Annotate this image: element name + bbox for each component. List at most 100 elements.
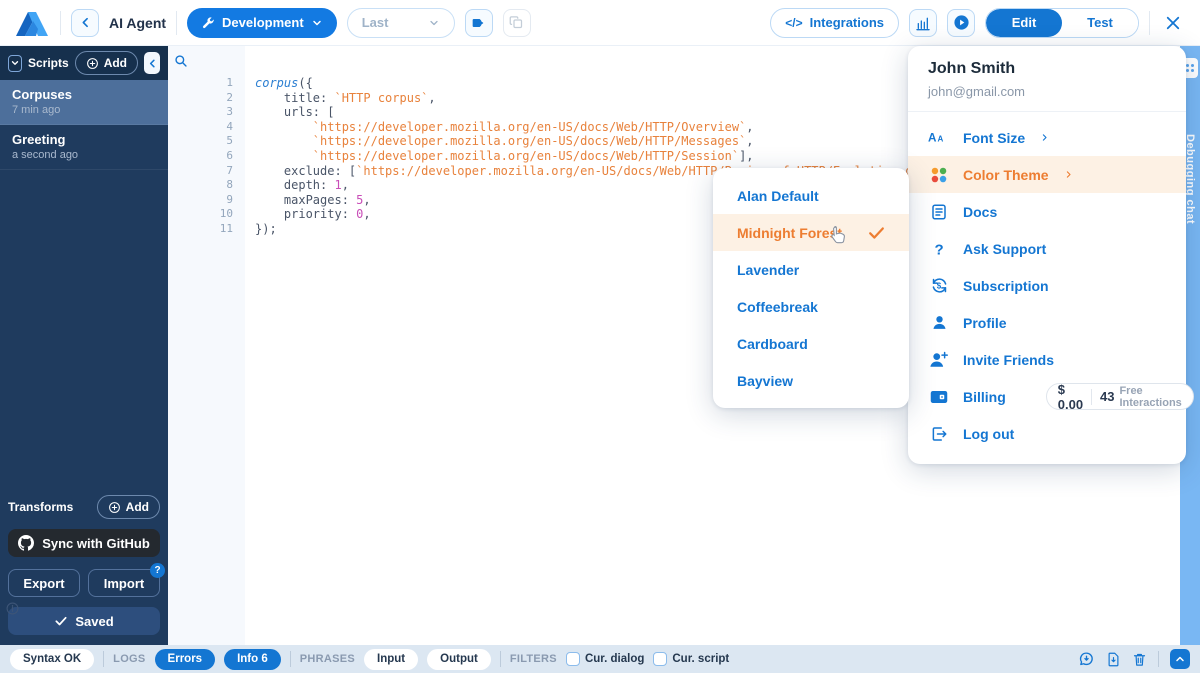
import-button[interactable]: Import ?	[88, 569, 160, 597]
theme-option-label: Bayview	[737, 373, 793, 389]
status-bar: Syntax OK LOGS Errors Info 6 PHRASES Inp…	[0, 645, 1200, 673]
sidebar-collapse-button[interactable]	[144, 52, 160, 74]
delete-button[interactable]	[1132, 651, 1147, 668]
script-item-name: Corpuses	[12, 87, 156, 102]
close-button[interactable]	[1160, 14, 1186, 32]
check-icon	[868, 226, 885, 240]
trash-icon	[1132, 651, 1147, 668]
cur-script-label: Cur. script	[672, 653, 729, 665]
menu-item-log-out[interactable]: Log out	[908, 415, 1186, 452]
add-transform-button[interactable]: Add	[97, 495, 160, 519]
ask-support-icon: ?	[928, 240, 950, 258]
menu-item-ask-support[interactable]: ? Ask Support	[908, 230, 1186, 267]
environment-dropdown-label: Development	[222, 15, 304, 30]
download-file-button[interactable]	[1106, 651, 1121, 668]
input-toggle[interactable]: Input	[364, 649, 418, 670]
tag-icon	[471, 15, 487, 31]
theme-option-midnight-forest[interactable]: Midnight Forest	[713, 214, 909, 251]
tab-edit[interactable]: Edit	[986, 9, 1062, 37]
info-icon[interactable]	[6, 602, 19, 615]
top-bar: AI Agent Development Last </> Integratio…	[0, 0, 1200, 46]
collapse-panel-button[interactable]	[1170, 649, 1190, 669]
add-transform-button-label: Add	[126, 500, 149, 514]
export-import-row: Export Import ?	[8, 569, 160, 597]
billing-icon	[928, 389, 950, 405]
line-number: 6	[168, 149, 245, 164]
subscription-icon: $	[928, 276, 950, 295]
github-icon	[18, 535, 34, 551]
theme-option-coffeebreak[interactable]: Coffeebreak	[713, 288, 909, 325]
copy-button[interactable]	[503, 9, 531, 37]
scripts-collapse-toggle[interactable]	[8, 55, 22, 72]
tab-test[interactable]: Test	[1062, 9, 1138, 37]
code-line-5: `https://developer.mozilla.org/en-US/doc…	[255, 134, 977, 149]
theme-option-lavender[interactable]: Lavender	[713, 251, 909, 288]
billing-pill[interactable]: $ 0.0043Free Interactions	[1046, 383, 1194, 410]
script-item-greeting[interactable]: Greetinga second ago	[0, 125, 168, 170]
back-button[interactable]	[71, 9, 99, 37]
sync-github-button[interactable]: Sync with GitHub	[8, 529, 160, 557]
menu-item-docs[interactable]: Docs	[908, 193, 1186, 230]
cur-script-checkbox[interactable]	[653, 652, 667, 666]
menu-item-font-size[interactable]: AAFont Size	[908, 119, 1186, 156]
integrations-button[interactable]: </> Integrations	[770, 8, 899, 38]
menu-item-profile[interactable]: Profile	[908, 304, 1186, 341]
theme-option-label: Cardboard	[737, 336, 808, 352]
invite-icon	[928, 351, 950, 369]
svg-text:$: $	[936, 282, 941, 291]
close-icon	[1164, 14, 1182, 32]
profile-icon	[928, 314, 950, 331]
editor-gutter: 1234567891011	[168, 46, 245, 645]
theme-option-cardboard[interactable]: Cardboard	[713, 325, 909, 362]
file-download-icon	[1106, 651, 1121, 668]
import-help-badge[interactable]: ?	[150, 563, 165, 578]
line-number: 9	[168, 193, 245, 208]
user-menu: John Smith john@gmail.com AAFont SizeCol…	[908, 46, 1186, 464]
logs-label: LOGS	[113, 653, 145, 665]
script-item-name: Greeting	[12, 132, 156, 147]
download-chat-button[interactable]	[1078, 651, 1095, 668]
script-item-corpuses[interactable]: Corpuses7 min ago	[0, 80, 168, 125]
statusbar-actions	[1078, 649, 1190, 669]
analytics-button[interactable]	[909, 9, 937, 37]
chat-download-icon	[1078, 651, 1095, 668]
line-number: 11	[168, 222, 245, 237]
user-name: John Smith	[928, 60, 1166, 78]
svg-text:?: ?	[935, 241, 944, 258]
menu-item-label: Font Size	[963, 130, 1025, 146]
plus-circle-icon	[108, 501, 121, 514]
theme-option-alan-default[interactable]: Alan Default	[713, 177, 909, 214]
add-script-button[interactable]: Add	[75, 51, 138, 75]
output-toggle[interactable]: Output	[427, 649, 491, 670]
theme-option-bayview[interactable]: Bayview	[713, 362, 909, 399]
line-number: 7	[168, 164, 245, 179]
chevron-right-icon	[1064, 169, 1073, 180]
menu-item-billing[interactable]: Billing$ 0.0043Free Interactions	[908, 378, 1186, 415]
cur-script-filter: Cur. script	[653, 652, 729, 666]
code-icon: </>	[785, 16, 802, 30]
tag-button[interactable]	[465, 9, 493, 37]
menu-item-color-theme[interactable]: Color Theme	[908, 156, 1186, 193]
free-interactions-count: 43	[1100, 389, 1114, 404]
search-icon[interactable]	[174, 54, 188, 68]
menu-item-subscription[interactable]: $Subscription	[908, 267, 1186, 304]
chevron-down-icon	[311, 17, 323, 29]
version-select[interactable]: Last	[347, 8, 455, 38]
add-script-button-label: Add	[104, 56, 127, 70]
free-interactions-label: Free Interactions	[1119, 385, 1181, 409]
menu-item-invite-friends[interactable]: Invite Friends	[908, 341, 1186, 378]
menu-item-label: Ask Support	[963, 241, 1046, 257]
info-toggle[interactable]: Info 6	[224, 649, 281, 670]
errors-toggle[interactable]: Errors	[155, 649, 216, 670]
menu-item-label: Log out	[963, 426, 1014, 442]
cur-dialog-filter: Cur. dialog	[566, 652, 644, 666]
import-button-label: Import	[104, 576, 144, 591]
export-button[interactable]: Export	[8, 569, 80, 597]
saved-button[interactable]: Saved	[8, 607, 160, 635]
user-email: john@gmail.com	[928, 84, 1166, 99]
plus-circle-icon	[86, 57, 99, 70]
run-button[interactable]	[947, 9, 975, 37]
menu-item-label: Profile	[963, 315, 1007, 331]
cur-dialog-checkbox[interactable]	[566, 652, 580, 666]
environment-dropdown[interactable]: Development	[187, 8, 337, 38]
